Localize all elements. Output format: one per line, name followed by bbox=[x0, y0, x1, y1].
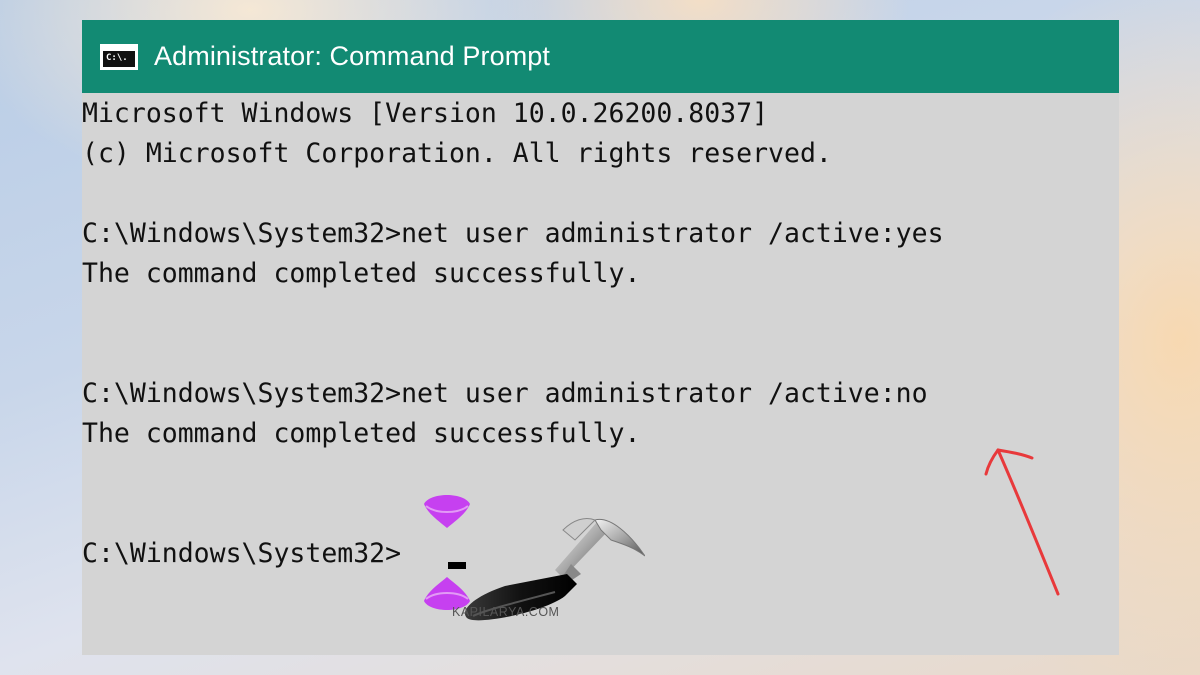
console-line: The command completed successfully. bbox=[82, 418, 641, 449]
prompt-line: C:\Windows\System32> bbox=[82, 538, 402, 569]
cmd-icon: C:\. bbox=[100, 43, 138, 70]
red-arrow-icon bbox=[984, 448, 1060, 596]
console-line: C:\Windows\System32>net user administrat… bbox=[82, 218, 944, 249]
title-bar[interactable]: C:\. Administrator: Command Prompt bbox=[82, 20, 1119, 93]
window-title: Administrator: Command Prompt bbox=[154, 41, 551, 71]
console-line: The command completed successfully. bbox=[82, 258, 641, 289]
console-line: (c) Microsoft Corporation. All rights re… bbox=[82, 138, 832, 169]
cmd-icon-glyph: C:\. bbox=[103, 50, 135, 67]
console-line: C:\Windows\System32>net user administrat… bbox=[82, 378, 928, 409]
watermark-text: KAPILARYA.COM bbox=[452, 605, 560, 619]
console-line: Microsoft Windows [Version 10.0.26200.80… bbox=[82, 98, 769, 129]
